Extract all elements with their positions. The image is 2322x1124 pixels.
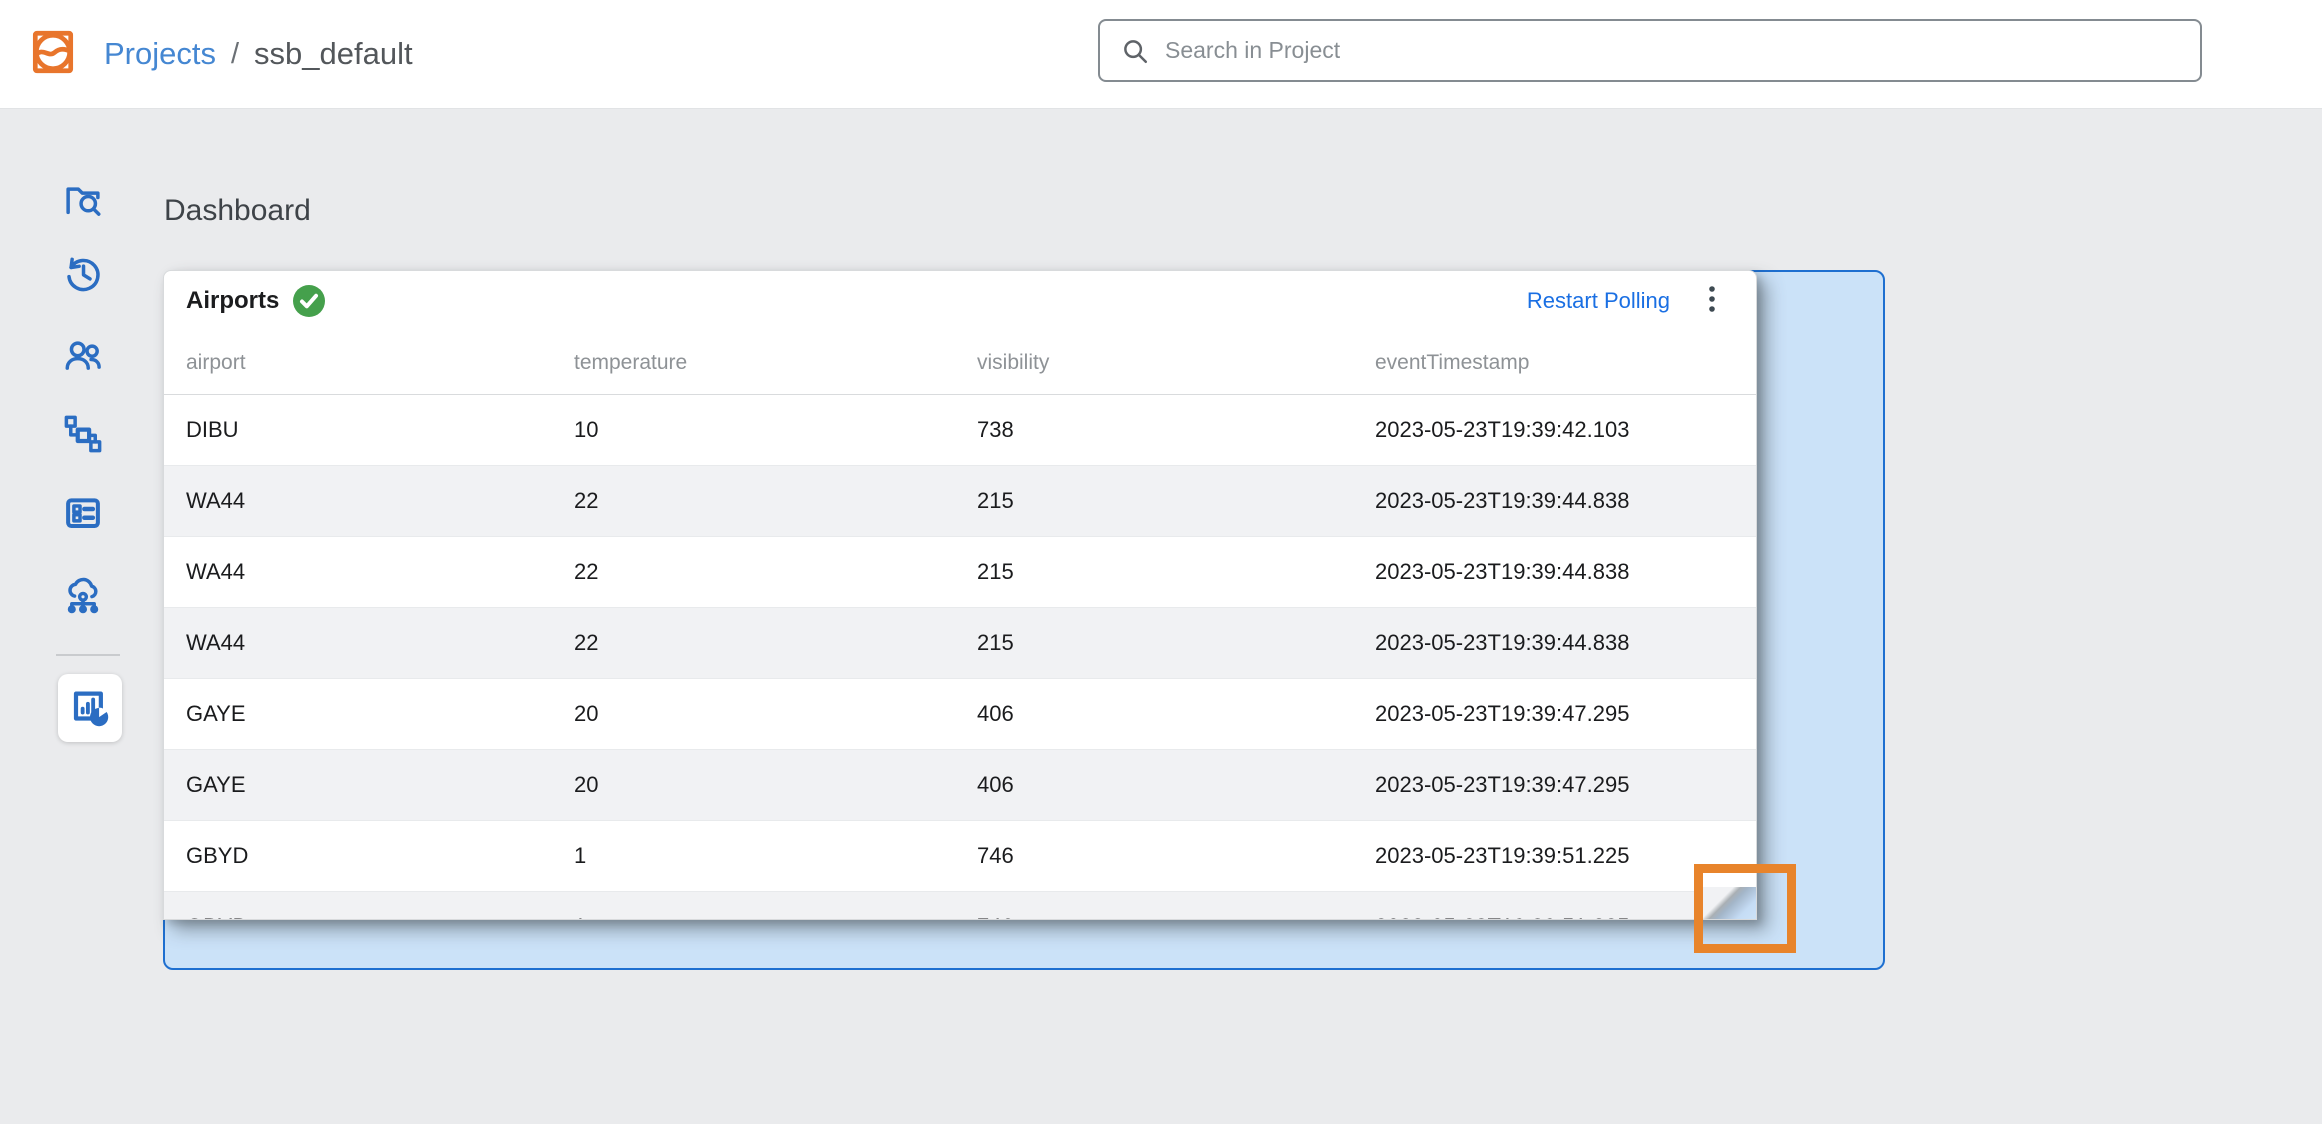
table-cell: 2023-05-23T19:39:44.838: [1353, 608, 1757, 679]
table-cell: GAYE: [164, 679, 552, 750]
sidebar-item-history[interactable]: [60, 251, 106, 297]
table-cell: 22: [552, 466, 955, 537]
search-box: [1098, 19, 2202, 82]
form-list-icon: [62, 492, 104, 534]
history-clock-icon: [62, 253, 104, 295]
table-row: GBYD17462023-05-23T19:39:51.225: [164, 892, 1757, 921]
sidebar-item-explorer[interactable]: [60, 178, 106, 224]
table-cell: 2023-05-23T19:39:44.838: [1353, 466, 1757, 537]
table-cell: 2023-05-23T19:39:47.295: [1353, 750, 1757, 821]
table-cell: GBYD: [164, 821, 552, 892]
page-title: Dashboard: [164, 194, 311, 228]
breadcrumb-current-project: ssb_default: [254, 36, 413, 72]
table-cell: 22: [552, 608, 955, 679]
top-bar: Projects / ssb_default: [0, 0, 2322, 109]
search-input[interactable]: [1163, 36, 2200, 65]
table-row: GAYE204062023-05-23T19:39:47.295: [164, 750, 1757, 821]
table-cell: 746: [955, 821, 1353, 892]
table-cell: 10: [552, 395, 955, 466]
table-row: WA44222152023-05-23T19:39:44.838: [164, 466, 1757, 537]
breadcrumb-projects-link[interactable]: Projects: [104, 36, 216, 72]
sidebar-item-dashboard[interactable]: [58, 674, 122, 742]
table-row: GBYD17462023-05-23T19:39:51.225: [164, 821, 1757, 892]
kebab-menu-button[interactable]: [1702, 281, 1722, 321]
sidebar-divider: [56, 654, 120, 656]
table-row: WA44222152023-05-23T19:39:44.838: [164, 537, 1757, 608]
table-cell: GBYD: [164, 892, 552, 921]
kebab-icon: [1708, 285, 1716, 317]
highlight-box: [1694, 864, 1796, 953]
table-row: WA44222152023-05-23T19:39:44.838: [164, 608, 1757, 679]
breadcrumb-separator: /: [231, 38, 239, 71]
widget-title: Airports: [186, 287, 279, 315]
restart-polling-link[interactable]: Restart Polling: [1527, 288, 1670, 314]
table-cell: 1: [552, 892, 955, 921]
results-table: airporttemperaturevisibilityeventTimesta…: [164, 331, 1757, 920]
widget-header: Airports Restart Polling: [164, 271, 1756, 331]
column-header-airport: airport: [164, 331, 552, 395]
table-body: DIBU107382023-05-23T19:39:42.103WA442221…: [164, 395, 1757, 921]
table-cell: 215: [955, 466, 1353, 537]
app-logo-icon[interactable]: [28, 27, 78, 77]
column-header-eventTimestamp: eventTimestamp: [1353, 331, 1757, 395]
folder-search-icon: [62, 180, 104, 222]
table-cell: 406: [955, 679, 1353, 750]
table-cell: 2023-05-23T19:39:42.103: [1353, 395, 1757, 466]
flow-nodes-icon: [62, 413, 104, 455]
table-cell: 20: [552, 750, 955, 821]
sidebar-item-users[interactable]: [60, 332, 106, 378]
table-cell: 215: [955, 537, 1353, 608]
column-header-visibility: visibility: [955, 331, 1353, 395]
airports-widget: Airports Restart Polling airporttemperat…: [163, 270, 1757, 920]
table-cell: 20: [552, 679, 955, 750]
column-header-temperature: temperature: [552, 331, 955, 395]
table-row: DIBU107382023-05-23T19:39:42.103: [164, 395, 1757, 466]
table-cell: WA44: [164, 537, 552, 608]
table-cell: 746: [955, 892, 1353, 921]
table-row: GAYE204062023-05-23T19:39:47.295: [164, 679, 1757, 750]
success-check-icon: [292, 284, 326, 318]
table-cell: 1: [552, 821, 955, 892]
monitoring-charts-icon: [69, 687, 111, 729]
table-header-row: airporttemperaturevisibilityeventTimesta…: [164, 331, 1757, 395]
cloud-network-icon: [62, 573, 104, 615]
table-cell: GAYE: [164, 750, 552, 821]
table-cell: 406: [955, 750, 1353, 821]
breadcrumb: Projects / ssb_default: [104, 0, 413, 108]
sidebar-item-tables[interactable]: [60, 490, 106, 536]
sidebar-item-job-flow[interactable]: [60, 411, 106, 457]
users-icon: [62, 334, 104, 376]
table-cell: WA44: [164, 608, 552, 679]
search-icon: [1120, 36, 1150, 66]
table-cell: 2023-05-23T19:39:47.295: [1353, 679, 1757, 750]
table-cell: 2023-05-23T19:39:44.838: [1353, 537, 1757, 608]
sidebar-item-data-sources[interactable]: [60, 571, 106, 617]
table-cell: 738: [955, 395, 1353, 466]
table-cell: DIBU: [164, 395, 552, 466]
table-cell: 215: [955, 608, 1353, 679]
table-cell: 22: [552, 537, 955, 608]
table-cell: WA44: [164, 466, 552, 537]
